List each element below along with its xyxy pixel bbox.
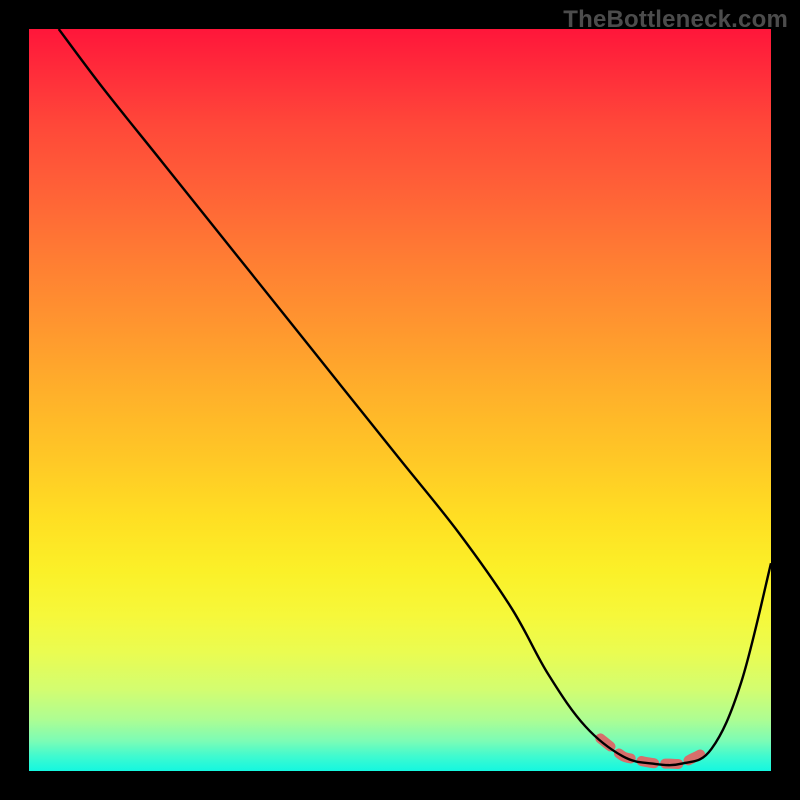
plot-area [29,29,771,771]
watermark-text: TheBottleneck.com [563,6,788,34]
chart-container: TheBottleneck.com [0,0,800,800]
curve-svg [29,29,771,771]
main-curve [59,29,771,765]
